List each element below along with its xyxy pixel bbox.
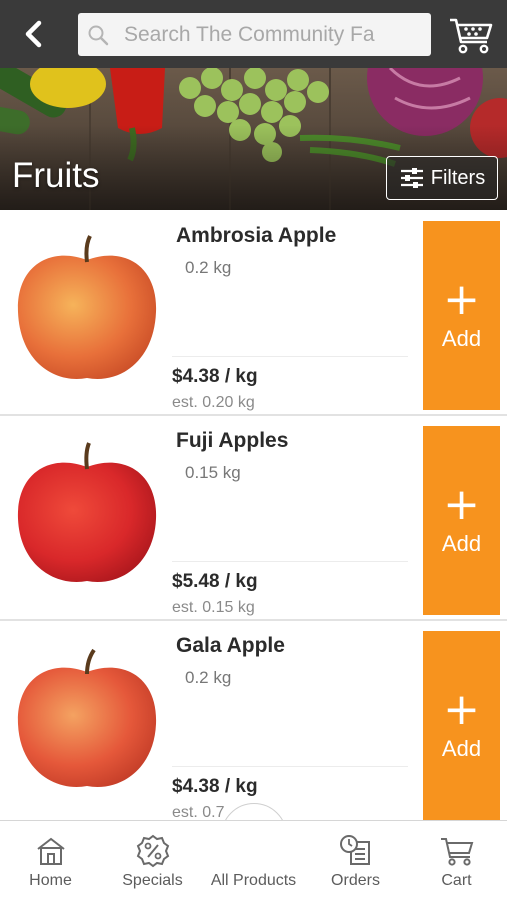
divider xyxy=(172,766,408,767)
nav-orders-label: Orders xyxy=(331,872,380,889)
product-price: $4.38 / kg xyxy=(172,776,258,797)
product-weight: 0.2 kg xyxy=(185,258,232,277)
category-title: Fruits xyxy=(12,156,100,195)
orders-clock-icon xyxy=(339,835,370,865)
nav-home-label: Home xyxy=(29,872,72,889)
cart-button[interactable] xyxy=(446,12,496,58)
product-name: Gala Apple xyxy=(176,634,285,657)
top-bar xyxy=(0,0,507,68)
nav-cart-label: Cart xyxy=(441,872,472,889)
product-estimate: est. 0.20 kg xyxy=(172,394,255,411)
chevron-left-icon xyxy=(25,20,42,48)
product-name: Ambrosia Apple xyxy=(176,224,337,247)
nav-specials[interactable]: Specials xyxy=(102,821,203,900)
product-weight: 0.2 kg xyxy=(185,668,232,687)
add-label: Add xyxy=(441,735,482,761)
add-label: Add xyxy=(441,530,482,556)
product-price: $4.38 / kg xyxy=(172,366,258,387)
apple-image xyxy=(17,442,157,582)
filters-button[interactable]: Filters xyxy=(386,156,498,200)
shopping-cart-icon xyxy=(450,18,493,54)
add-button[interactable]: + Add xyxy=(423,426,500,615)
product-card-gala-apple[interactable]: Gala Apple 0.2 kg $4.38 / kg est. 0.7 + … xyxy=(0,624,507,826)
divider xyxy=(172,561,408,562)
back-button[interactable] xyxy=(14,14,54,54)
plus-icon: + xyxy=(443,683,480,735)
percent-badge-icon xyxy=(136,834,169,868)
home-icon xyxy=(36,837,65,865)
plus-icon: + xyxy=(443,273,480,325)
divider xyxy=(172,356,408,357)
add-button[interactable]: + Add xyxy=(423,221,500,410)
apple-image xyxy=(17,648,157,787)
nav-cart[interactable]: Cart xyxy=(406,821,507,900)
apple-image xyxy=(17,235,157,379)
cart-icon xyxy=(440,838,473,866)
nav-all-products-label: All Products xyxy=(210,872,297,889)
product-card-ambrosia-apple[interactable]: Ambrosia Apple 0.2 kg $4.38 / kg est. 0.… xyxy=(0,214,507,416)
filters-label: Filters xyxy=(430,166,486,189)
product-price: $5.48 / kg xyxy=(172,571,258,592)
product-estimate: est. 0.15 kg xyxy=(172,599,255,616)
product-card-fuji-apples[interactable]: Fuji Apples 0.15 kg $5.48 / kg est. 0.15… xyxy=(0,419,507,621)
sliders-icon xyxy=(400,168,423,188)
nav-home[interactable]: Home xyxy=(0,821,101,900)
search-box[interactable] xyxy=(78,13,431,56)
search-input[interactable] xyxy=(118,13,428,56)
add-label: Add xyxy=(441,325,482,351)
nav-all-products[interactable]: All Products xyxy=(203,821,304,900)
nav-orders[interactable]: Orders xyxy=(305,821,406,900)
product-weight: 0.15 kg xyxy=(185,463,241,482)
add-button[interactable]: + Add xyxy=(423,631,500,820)
bottom-navigation: Home Specials All Products Orders Cart xyxy=(0,820,507,900)
plus-icon: + xyxy=(443,478,480,530)
nav-specials-label: Specials xyxy=(122,872,183,889)
product-name: Fuji Apples xyxy=(176,429,289,452)
search-icon xyxy=(78,13,118,56)
